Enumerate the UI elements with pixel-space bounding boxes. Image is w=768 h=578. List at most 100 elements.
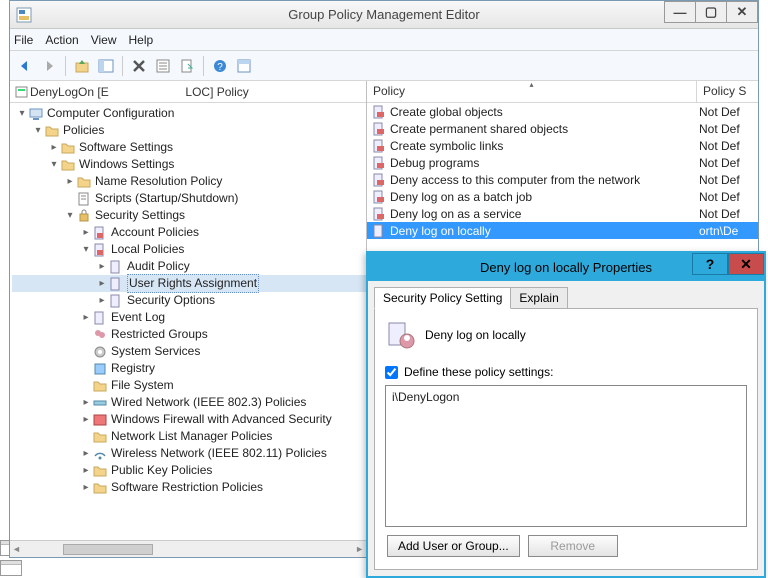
expand-icon[interactable]: ▸	[96, 275, 108, 292]
tree-body[interactable]: ▾Computer Configuration ▾Policies ▸Softw…	[10, 103, 366, 540]
menu-file[interactable]: File	[14, 33, 33, 47]
policy-item-icon	[371, 172, 387, 188]
remove-button[interactable]: Remove	[528, 535, 618, 557]
add-user-button[interactable]: Add User or Group...	[387, 535, 520, 557]
expand-icon[interactable]: ▸	[80, 394, 92, 411]
tree-node-computer-config[interactable]: ▾Computer Configuration	[12, 105, 366, 122]
tree-node-ura[interactable]: ▸User Rights Assignment	[12, 275, 366, 292]
folder-icon	[92, 480, 108, 496]
list-row[interactable]: Deny log on locally ortn\De	[367, 222, 758, 239]
tree-node-wfw[interactable]: ▸Windows Firewall with Advanced Security	[12, 411, 366, 428]
list-row[interactable]: Debug programsNot Def	[367, 154, 758, 171]
expand-icon[interactable]: ▸	[80, 411, 92, 428]
tree-node-software[interactable]: ▸Software Settings	[12, 139, 366, 156]
tree-node-sysservices[interactable]: System Services	[12, 343, 366, 360]
expand-icon[interactable]: ▸	[96, 292, 108, 309]
minimize-button[interactable]: —	[664, 1, 696, 23]
back-button[interactable]	[14, 55, 36, 77]
dialog-body: Security Policy Setting Explain Deny log…	[368, 281, 764, 576]
list-row[interactable]: Create global objectsNot Def	[367, 103, 758, 120]
tree-node-nlm[interactable]: Network List Manager Policies	[12, 428, 366, 445]
define-checkbox[interactable]	[385, 366, 398, 379]
expand-icon[interactable]: ▸	[80, 224, 92, 241]
scroll-right-icon[interactable]: ►	[355, 544, 364, 554]
col-policy[interactable]: Policy ▴	[367, 81, 697, 102]
policy-setting-cell: ortn\De	[697, 224, 758, 238]
tree-node-eventlog[interactable]: ▸Event Log	[12, 309, 366, 326]
list-row[interactable]: Deny log on as a serviceNot Def	[367, 205, 758, 222]
delete-button[interactable]	[128, 55, 150, 77]
expand-icon[interactable]: ▸	[80, 479, 92, 496]
menu-action[interactable]: Action	[45, 33, 78, 47]
properties-dialog: Deny log on locally Properties ? ✕ Secur…	[366, 251, 766, 578]
security-icon	[76, 208, 92, 224]
list-row[interactable]: Deny access to this computer from the ne…	[367, 171, 758, 188]
tree-node-wired[interactable]: ▸Wired Network (IEEE 802.3) Policies	[12, 394, 366, 411]
tree-node-account[interactable]: ▸Account Policies	[12, 224, 366, 241]
network-icon	[92, 395, 108, 411]
tree-header[interactable]: DenyLogOn [E LOC] Policy	[10, 81, 366, 103]
policy-root-icon	[14, 84, 30, 100]
tree-node-audit[interactable]: ▸Audit Policy	[12, 258, 366, 275]
tree-node-security[interactable]: ▾Security Settings	[12, 207, 366, 224]
define-checkbox-row[interactable]: Define these policy settings:	[385, 365, 747, 379]
list-entry[interactable]: i\DenyLogon	[392, 390, 740, 404]
export-button[interactable]	[176, 55, 198, 77]
tree-hscroll[interactable]: ◄ ►	[10, 540, 366, 557]
list-row[interactable]: Deny log on as a batch jobNot Def	[367, 188, 758, 205]
tree-node-registry[interactable]: Registry	[12, 360, 366, 377]
tree-node-nrp[interactable]: ▸Name Resolution Policy	[12, 173, 366, 190]
policy-item-icon	[108, 276, 124, 292]
maximize-button[interactable]: ▢	[695, 1, 727, 23]
collapse-icon[interactable]: ▾	[32, 122, 44, 139]
collapse-icon[interactable]: ▾	[16, 105, 28, 122]
list-row[interactable]: Create symbolic linksNot Def	[367, 137, 758, 154]
expand-icon[interactable]: ▸	[80, 309, 92, 326]
firewall-icon	[92, 412, 108, 428]
scroll-left-icon[interactable]: ◄	[12, 544, 21, 554]
list-row[interactable]: Create permanent shared objectsNot Def	[367, 120, 758, 137]
show-tree-button[interactable]	[95, 55, 117, 77]
users-listbox[interactable]: i\DenyLogon	[385, 385, 747, 527]
expand-icon[interactable]: ▸	[80, 445, 92, 462]
collapse-icon[interactable]: ▾	[48, 156, 60, 173]
tree-node-restricted[interactable]: Restricted Groups	[12, 326, 366, 343]
expand-icon[interactable]: ▸	[96, 258, 108, 275]
tree-node-policies[interactable]: ▾Policies	[12, 122, 366, 139]
help-button[interactable]: ?	[209, 55, 231, 77]
tree-node-srp[interactable]: ▸Software Restriction Policies	[12, 479, 366, 496]
tree-node-local[interactable]: ▾Local Policies	[12, 241, 366, 258]
menu-help[interactable]: Help	[129, 33, 154, 47]
tree-node-filesystem[interactable]: File System	[12, 377, 366, 394]
collapse-icon[interactable]: ▾	[64, 207, 76, 224]
policy-item-icon	[108, 259, 124, 275]
tab-security-setting[interactable]: Security Policy Setting	[374, 287, 511, 309]
col-setting[interactable]: Policy S	[697, 81, 758, 102]
close-button[interactable]: ✕	[726, 1, 758, 23]
scroll-thumb[interactable]	[63, 544, 153, 555]
tree-node-pkp[interactable]: ▸Public Key Policies	[12, 462, 366, 479]
up-button[interactable]	[71, 55, 93, 77]
tree-node-secopt[interactable]: ▸Security Options	[12, 292, 366, 309]
refresh-button[interactable]	[233, 55, 255, 77]
dialog-titlebar[interactable]: Deny log on locally Properties ? ✕	[368, 253, 764, 281]
dialog-close-button[interactable]: ✕	[728, 253, 764, 275]
folder-icon	[92, 378, 108, 394]
dialog-help-button[interactable]: ?	[692, 253, 728, 275]
titlebar[interactable]: Group Policy Management Editor — ▢ ✕	[10, 1, 758, 29]
tree-node-wireless[interactable]: ▸Wireless Network (IEEE 802.11) Policies	[12, 445, 366, 462]
tab-explain[interactable]: Explain	[510, 287, 567, 309]
tree-node-windows[interactable]: ▾Windows Settings	[12, 156, 366, 173]
policy-name-cell: Create symbolic links	[390, 139, 503, 153]
tab-panel: Deny log on locally Define these policy …	[374, 308, 758, 570]
policy-name-cell: Deny log on locally	[390, 224, 491, 238]
menu-view[interactable]: View	[91, 33, 117, 47]
forward-button[interactable]	[38, 55, 60, 77]
expand-icon[interactable]: ▸	[80, 462, 92, 479]
properties-button[interactable]	[152, 55, 174, 77]
expand-icon[interactable]: ▸	[48, 139, 60, 156]
expand-icon[interactable]: ▸	[64, 173, 76, 190]
collapse-icon[interactable]: ▾	[80, 241, 92, 258]
tree-node-scripts[interactable]: Scripts (Startup/Shutdown)	[12, 190, 366, 207]
folder-icon	[92, 463, 108, 479]
